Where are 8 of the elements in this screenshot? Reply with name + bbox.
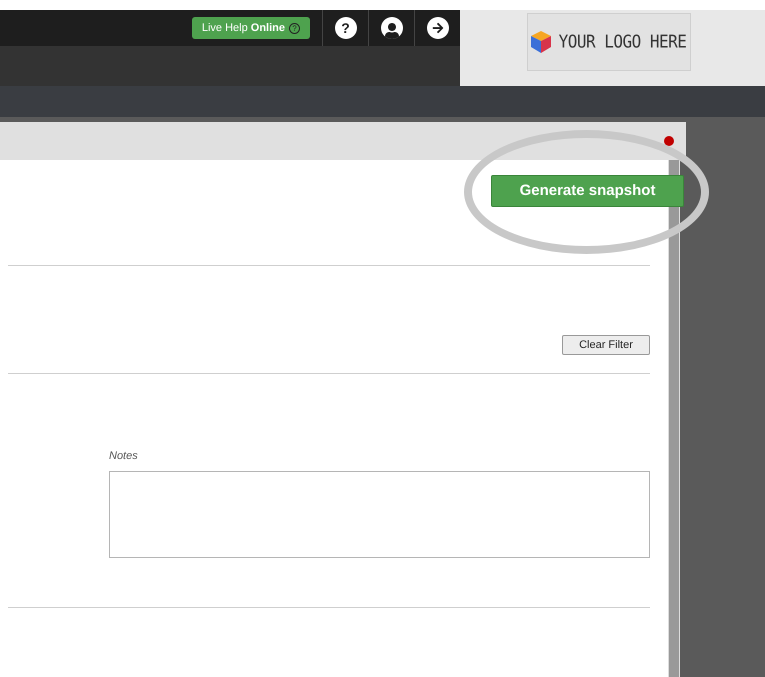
notes-label: Notes xyxy=(109,449,139,464)
notes-field[interactable] xyxy=(109,470,650,558)
cube-logo-icon xyxy=(530,31,551,53)
live-help-button[interactable]: Live Help Online ? xyxy=(192,17,310,39)
scrollbar[interactable] xyxy=(668,160,680,677)
user-icon xyxy=(380,17,402,39)
clear-filter-button[interactable]: Clear Filter xyxy=(562,335,650,355)
logo: YOUR LOGO HERE xyxy=(526,13,690,71)
